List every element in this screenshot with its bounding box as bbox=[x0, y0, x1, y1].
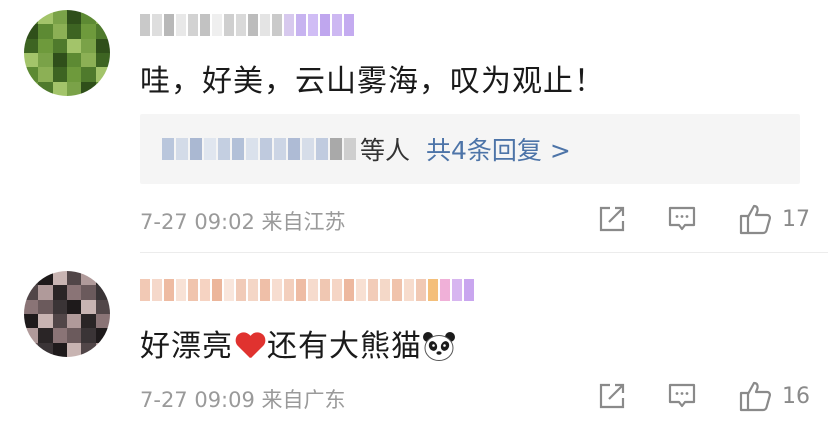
reply-summary[interactable]: 等人 共4条回复 > bbox=[140, 114, 800, 184]
comment-icon bbox=[667, 381, 697, 411]
comment-time: 7-27 09:09 bbox=[140, 388, 255, 412]
username-blurred[interactable] bbox=[140, 12, 354, 38]
share-button[interactable] bbox=[596, 379, 628, 413]
comment-icon bbox=[667, 204, 697, 234]
comment-item: 哇，好美，云山雾海，叹为观止！ 等人 共4条回复 > 7-27 09:02 来自… bbox=[0, 0, 828, 252]
comment-location: 来自江苏 bbox=[261, 210, 346, 234]
comment-text: 好漂亮 还有大熊猫 bbox=[140, 321, 456, 365]
comment-text-part: 好漂亮 bbox=[140, 329, 233, 364]
reply-button[interactable] bbox=[666, 202, 698, 236]
comment-text-part: 还有大熊猫 bbox=[267, 329, 422, 364]
like-button[interactable] bbox=[736, 202, 776, 236]
reply-names-blurred bbox=[162, 138, 356, 160]
view-replies-link[interactable]: 共4条回复 > bbox=[426, 131, 571, 167]
thumbs-up-icon bbox=[739, 380, 773, 412]
like-button[interactable] bbox=[736, 379, 776, 413]
share-button[interactable] bbox=[596, 202, 628, 236]
reply-suffix: 等人 bbox=[360, 136, 411, 165]
avatar[interactable] bbox=[24, 271, 110, 357]
like-count: 16 bbox=[782, 383, 810, 409]
comment-actions: 17 bbox=[596, 202, 810, 236]
comment-location: 来自广东 bbox=[261, 388, 346, 412]
avatar[interactable] bbox=[24, 10, 110, 96]
share-icon bbox=[597, 204, 627, 234]
panda-emoji-icon bbox=[422, 330, 456, 362]
comment-actions: 16 bbox=[596, 379, 810, 413]
comment-time: 7-27 09:02 bbox=[140, 210, 255, 234]
comment-meta: 7-27 09:09 来自广东 bbox=[140, 384, 346, 414]
like-count: 17 bbox=[782, 206, 810, 232]
reply-button[interactable] bbox=[666, 379, 698, 413]
username-blurred[interactable] bbox=[140, 277, 474, 303]
heart-emoji-icon bbox=[235, 331, 265, 359]
thumbs-up-icon bbox=[739, 203, 773, 235]
comment-item: 好漂亮 还有大熊猫 7-27 09:09 来自广东 16 bbox=[0, 253, 828, 426]
comment-meta: 7-27 09:02 来自江苏 bbox=[140, 206, 346, 236]
share-icon bbox=[597, 381, 627, 411]
comment-text: 哇，好美，云山雾海，叹为观止！ bbox=[140, 64, 605, 99]
